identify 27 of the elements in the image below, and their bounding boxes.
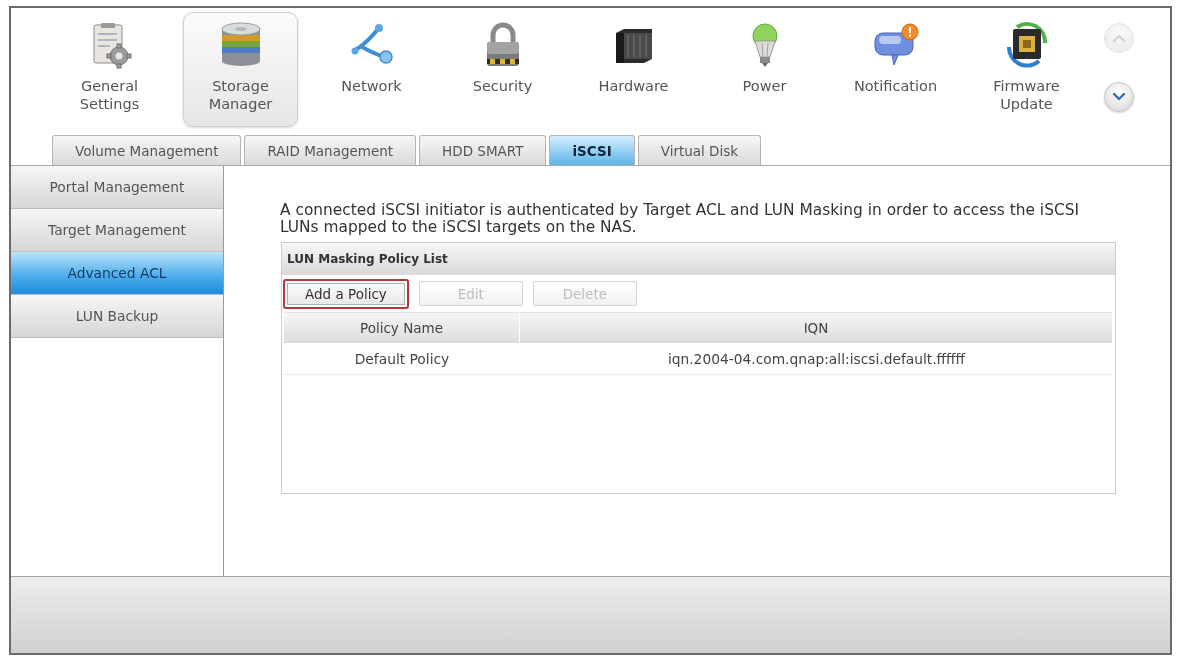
scroll-down-button[interactable] — [1104, 82, 1134, 112]
toolbar-button[interactable]: Hardware — [576, 12, 691, 127]
tab[interactable]: iSCSI — [549, 135, 635, 165]
column-header[interactable]: Policy Name — [284, 312, 520, 343]
sidebar-item[interactable]: Portal Management — [11, 166, 223, 209]
chevron-up-icon — [1112, 33, 1126, 43]
table-cell-text: Default Policy — [353, 349, 451, 369]
sidebar-item[interactable]: LUN Backup — [11, 295, 223, 338]
toolbar-button[interactable]: Network — [314, 12, 429, 127]
toolbar-button[interactable]: Firmware Update — [969, 12, 1084, 127]
chevron-down-icon — [1112, 92, 1126, 102]
panel-title: LUN Masking Policy List — [282, 243, 1115, 275]
sidebar-item[interactable]: Target Management — [11, 209, 223, 252]
sidebar-item[interactable]: Advanced ACL — [11, 252, 223, 295]
description-text: A connected iSCSI initiator is authenticated by Target ACL and LUN Masking in order to access the iSCSI LUNs mapped to the iSCSI targets on the NAS. — [280, 202, 1080, 235]
tab[interactable]: HDD SMART — [419, 135, 547, 165]
action-button[interactable]: Add a Policy — [283, 278, 409, 309]
column-header[interactable]: IQN — [520, 312, 1113, 343]
tab[interactable]: Volume Management — [52, 135, 242, 165]
table-cell-text: iqn.2004-04.com.qnap:all:iscsi.default.ffffff — [666, 349, 967, 369]
tab[interactable]: RAID Management — [244, 135, 417, 165]
tab[interactable]: Virtual Disk — [637, 135, 762, 165]
toolbar-button[interactable]: Notification — [838, 12, 953, 127]
toolbar-button[interactable]: Storage Manager — [183, 12, 298, 127]
toolbar-button[interactable]: Power — [707, 12, 822, 127]
toolbar-button[interactable]: General Settings — [52, 12, 167, 127]
toolbar-button[interactable]: Security — [445, 12, 560, 127]
